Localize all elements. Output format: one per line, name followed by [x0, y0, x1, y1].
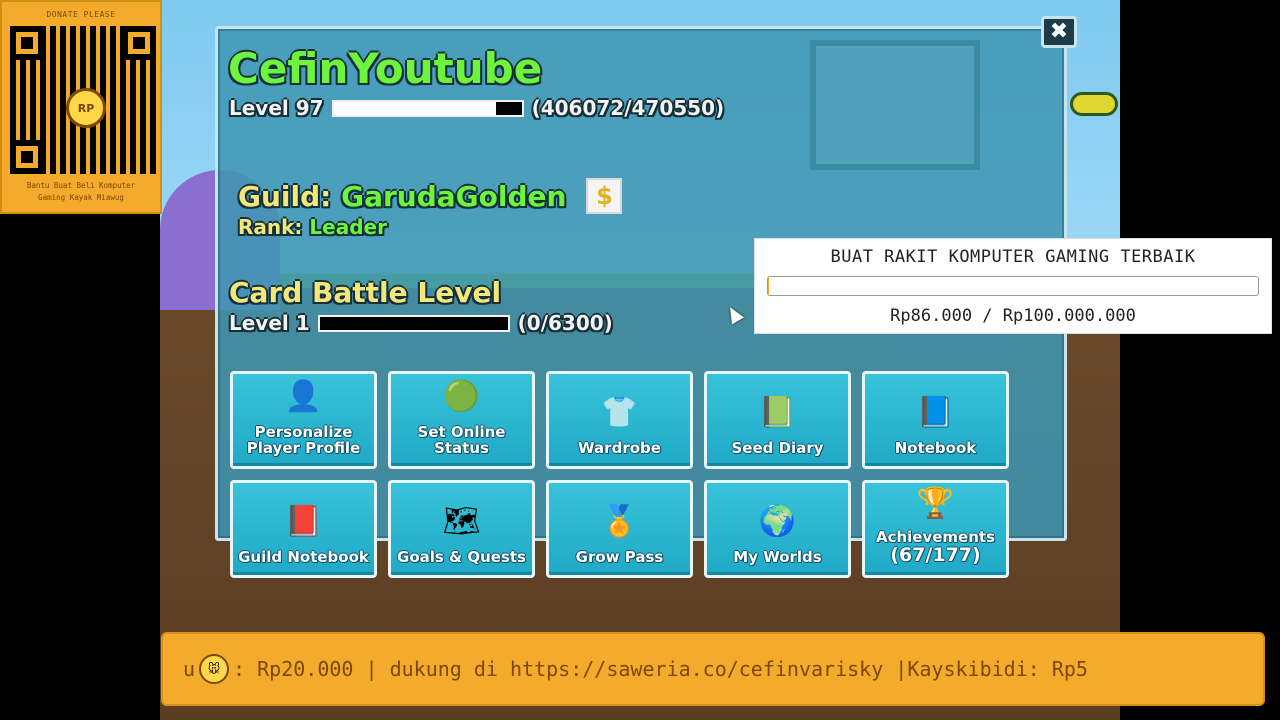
button-label: Grow Pass	[575, 548, 664, 566]
online-status-icon: 🟢	[442, 379, 481, 414]
player-level-label: Level 97	[229, 96, 324, 120]
button-label: Achievements	[875, 528, 996, 546]
saweria-mascot-icon: 🐭	[199, 654, 230, 684]
saweria-mascot-icon: RP	[66, 88, 106, 128]
guild-label: Guild: GarudaGolden	[238, 180, 566, 213]
wardrobe-shirt-icon: 👕	[600, 395, 639, 430]
button-label: Personalize Player Profile	[246, 423, 361, 457]
guild-notebook-button[interactable]: 📕 Guild Notebook	[230, 480, 377, 578]
achievement-medal-icon: 🏆	[916, 486, 955, 521]
card-battle-title: Card Battle Level	[229, 276, 502, 309]
seed-diary-button[interactable]: 📗 Seed Diary	[704, 371, 851, 469]
guild-emblem-icon[interactable]: $	[586, 178, 623, 214]
player-xp-bar	[331, 99, 524, 117]
donate-footer-line2: Gaming Kayak Miawug	[38, 193, 124, 202]
card-xp-bar	[317, 314, 510, 332]
globe-icon: 🌍	[758, 504, 797, 539]
button-label: Goals & Quests	[397, 548, 526, 566]
seed-diary-book-icon: 📗	[758, 395, 797, 430]
qr-finder-icon	[10, 26, 44, 60]
card-level-label: Level 1	[229, 311, 310, 335]
donation-target-amount: Rp86.000 / Rp100.000.000	[890, 306, 1136, 326]
button-label: My Worlds	[733, 548, 822, 566]
card-battle-level-row: Level 1 (0/6300)	[229, 311, 613, 335]
button-label: Wardrobe	[578, 439, 661, 457]
player-xp-bar-fill	[333, 101, 496, 115]
donate-footer-line1: Bantu Buat Beli Komputer	[26, 181, 136, 190]
my-worlds-button[interactable]: 🌍 My Worlds	[704, 480, 851, 578]
guild-rank-row: Rank: Leader	[238, 215, 387, 239]
button-label: Guild Notebook	[238, 548, 369, 566]
guild-name[interactable]: GarudaGolden	[341, 180, 566, 213]
letterbox-right	[1120, 0, 1280, 720]
goals-quests-button[interactable]: 🗺 Goals & Quests	[388, 480, 535, 578]
grow-pass-badge-icon: 🏅	[600, 504, 639, 539]
card-xp-text: (0/6300)	[517, 311, 613, 335]
guild-notebook-icon: 📕	[284, 504, 323, 539]
qr-finder-icon	[10, 140, 44, 174]
achievements-count: (67/177)	[890, 544, 981, 566]
donate-qr-panel: DONATE PLEASE RP Bantu Buat Beli Kompute…	[0, 0, 162, 214]
profile-action-grid: 👤 Personalize Player Profile 🟢 Set Onlin…	[230, 371, 1009, 578]
background-blimp	[1070, 92, 1118, 116]
player-xp-text: (406072/470550)	[531, 96, 725, 120]
button-label: Notebook	[894, 439, 977, 457]
grow-pass-button[interactable]: 🏅 Grow Pass	[546, 480, 693, 578]
rank-value: Leader	[309, 215, 387, 239]
donate-header: DONATE PLEASE	[46, 10, 116, 19]
player-avatar-icon: 👤	[284, 379, 323, 414]
player-name: CefinYoutube	[228, 44, 543, 93]
donate-footer: Bantu Buat Beli Komputer Gaming Kayak Mi…	[2, 180, 160, 204]
donation-target-title: BUAT RAKIT KOMPUTER GAMING TERBAIK	[830, 247, 1196, 267]
guild-row: Guild: GarudaGolden $	[238, 178, 623, 214]
guild-prefix: Guild:	[238, 179, 342, 213]
donation-ticker: u 🐭 : Rp20.000 | dukung di https://sawer…	[161, 632, 1265, 706]
personalize-profile-button[interactable]: 👤 Personalize Player Profile	[230, 371, 377, 469]
notebook-icon: 📘	[916, 395, 955, 430]
ticker-text-main: : Rp20.000 | dukung di https://saweria.c…	[233, 657, 1088, 681]
qr-code-icon: RP	[10, 26, 156, 174]
button-label: Seed Diary	[731, 439, 824, 457]
donation-progress-bar	[767, 276, 1259, 296]
achievements-button[interactable]: 🏆 Achievements (67/177)	[862, 480, 1009, 578]
rank-prefix: Rank:	[238, 215, 310, 239]
qr-finder-icon	[122, 26, 156, 60]
button-label: Set Online Status	[417, 423, 506, 457]
set-online-status-button[interactable]: 🟢 Set Online Status	[388, 371, 535, 469]
ticker-text-start: u	[183, 657, 196, 681]
close-button[interactable]: ✖	[1041, 16, 1077, 48]
donation-target-widget: BUAT RAKIT KOMPUTER GAMING TERBAIK Rp86.…	[754, 238, 1272, 334]
quest-map-icon: 🗺	[442, 504, 481, 539]
player-level-row: Level 97 (406072/470550)	[229, 96, 724, 120]
wardrobe-button[interactable]: 👕 Wardrobe	[546, 371, 693, 469]
notebook-button[interactable]: 📘 Notebook	[862, 371, 1009, 469]
